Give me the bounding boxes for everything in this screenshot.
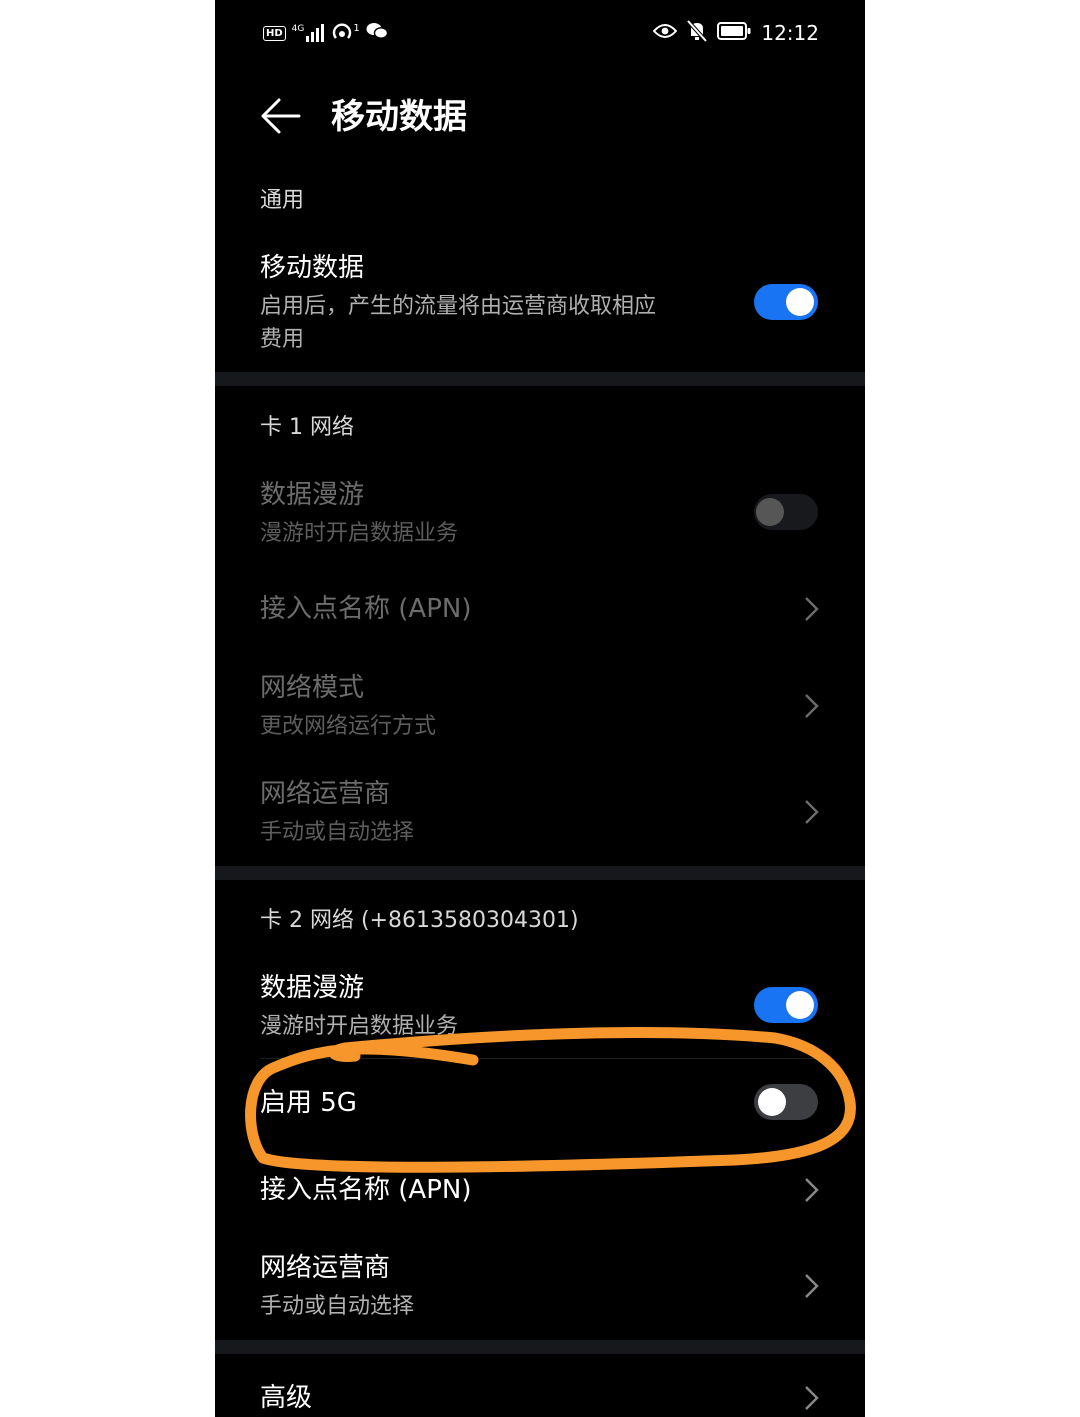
chevron-right-icon — [805, 694, 819, 718]
signal-type-label: 4G — [291, 24, 305, 34]
sim2-apn-row[interactable]: 接入点名称 (APN) — [260, 1172, 471, 1208]
sim1-carrier-row: 网络运营商 手动或自动选择 — [260, 776, 414, 849]
sim1-carrier-title: 网络运营商 — [260, 779, 391, 809]
sim1-carrier-desc: 手动或自动选择 — [260, 820, 415, 845]
row-divider — [260, 1058, 820, 1059]
battery-icon — [717, 22, 751, 44]
sim2-carrier-desc: 手动或自动选择 — [260, 1294, 415, 1319]
mobile-data-row[interactable]: 移动数据 启用后，产生的流量将由运营商收取相应 费用 — [260, 250, 656, 356]
sim1-network-mode-row: 网络模式 更改网络运行方式 — [260, 670, 436, 743]
sim1-apn-row: 接入点名称 (APN) — [260, 591, 471, 627]
chevron-right-icon — [805, 800, 819, 824]
enable-5g-row[interactable]: 启用 5G — [260, 1085, 357, 1121]
chevron-right-icon — [805, 1274, 819, 1298]
section-label-sim2: 卡 2 网络 (+8613580304301) — [260, 908, 579, 933]
clock: 12:12 — [761, 21, 819, 45]
toggle-knob — [786, 288, 814, 316]
sim1-network-mode-title: 网络模式 — [260, 673, 365, 703]
mobile-data-toggle[interactable] — [754, 284, 818, 320]
advanced-row[interactable]: 高级 — [260, 1380, 312, 1416]
sim2-roaming-toggle[interactable] — [754, 987, 818, 1023]
enable-5g-title: 启用 5G — [260, 1088, 357, 1118]
section-divider — [215, 1340, 865, 1354]
phone-screen: HD 4G 1 12:12 移动数据 通用 移动数据 启用后，产生的流量将由运营… — [215, 0, 865, 1417]
section-label-general: 通用 — [260, 188, 305, 213]
toggle-knob — [758, 1088, 786, 1116]
advanced-title: 高级 — [260, 1383, 313, 1413]
sim2-apn-title: 接入点名称 (APN) — [260, 1175, 472, 1205]
sim2-roaming-row[interactable]: 数据漫游 漫游时开启数据业务 — [260, 970, 458, 1043]
bell-muted-icon — [686, 19, 708, 46]
mobile-data-title: 移动数据 — [260, 253, 365, 283]
sim2-carrier-row[interactable]: 网络运营商 手动或自动选择 — [260, 1250, 414, 1323]
toggle-knob — [786, 991, 814, 1019]
chevron-right-icon — [805, 1386, 819, 1410]
hotspot-icon: 1 — [331, 23, 360, 43]
hd-icon: HD — [263, 25, 286, 41]
enable-5g-toggle[interactable] — [754, 1084, 818, 1120]
signal-icon: 4G — [292, 24, 326, 42]
chevron-right-icon — [805, 597, 819, 621]
back-arrow-icon — [261, 98, 301, 134]
sim1-roaming-desc: 漫游时开启数据业务 — [260, 521, 459, 546]
sim1-roaming-toggle — [754, 494, 818, 530]
page-title: 移动数据 — [331, 97, 467, 137]
section-label-sim1: 卡 1 网络 — [260, 415, 354, 440]
status-bar-right: 12:12 — [653, 18, 819, 48]
sim2-carrier-title: 网络运营商 — [260, 1253, 391, 1283]
sim1-apn-title: 接入点名称 (APN) — [260, 594, 472, 624]
sim2-roaming-title: 数据漫游 — [260, 973, 365, 1003]
mobile-data-desc-2: 费用 — [260, 327, 305, 352]
mobile-data-desc-1: 启用后，产生的流量将由运营商收取相应 — [260, 294, 657, 319]
section-divider — [215, 372, 865, 386]
wechat-icon — [366, 22, 388, 44]
chevron-right-icon — [805, 1178, 819, 1202]
status-bar-left: HD 4G 1 — [263, 20, 388, 46]
sim2-roaming-desc: 漫游时开启数据业务 — [260, 1014, 459, 1039]
toggle-knob — [756, 498, 784, 526]
back-button[interactable] — [259, 94, 303, 138]
sim1-roaming-title: 数据漫游 — [260, 480, 365, 510]
sim1-network-mode-desc: 更改网络运行方式 — [260, 714, 437, 739]
eye-icon — [653, 23, 678, 43]
sim1-roaming-row: 数据漫游 漫游时开启数据业务 — [260, 477, 458, 550]
section-divider — [215, 866, 865, 880]
hotspot-count: 1 — [353, 23, 360, 34]
